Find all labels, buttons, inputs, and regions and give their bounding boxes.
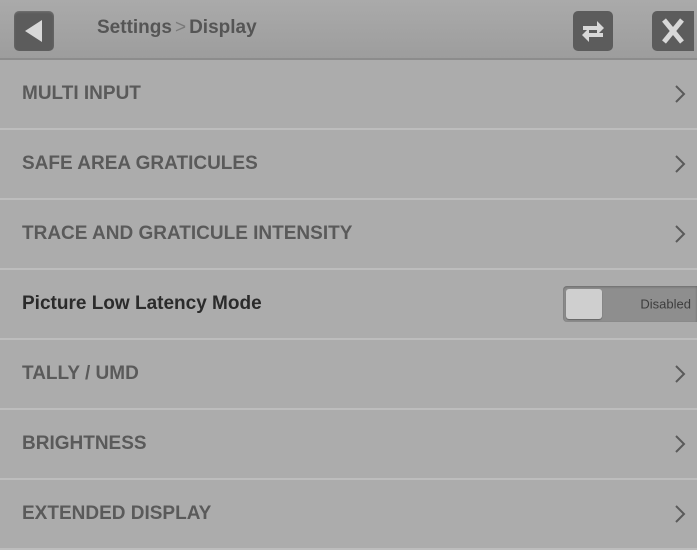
menu-item-label: BRIGHTNESS (22, 433, 147, 454)
menu-item-label: Picture Low Latency Mode (22, 293, 262, 314)
chevron-right-icon (675, 85, 686, 103)
menu-item-trace-graticule-intensity[interactable]: TRACE AND GRATICULE INTENSITY (0, 200, 697, 270)
close-x-icon (662, 18, 684, 44)
menu-item-label: TRACE AND GRATICULE INTENSITY (22, 223, 353, 244)
close-button[interactable] (652, 11, 694, 51)
menu-item-multi-input[interactable]: MULTI INPUT (0, 60, 697, 130)
back-button[interactable] (14, 11, 54, 51)
menu-item-label: TALLY / UMD (22, 363, 139, 384)
breadcrumb-separator: > (174, 17, 187, 38)
chevron-right-icon (675, 225, 686, 243)
display-settings-screen: Settings > Display MULTI INPUT SAFE AREA G… (0, 0, 697, 550)
menu-item-extended-display[interactable]: EXTENDED DISPLAY (0, 480, 697, 550)
swap-button[interactable] (573, 11, 613, 51)
menu-item-tally-umd[interactable]: TALLY / UMD (0, 340, 697, 410)
toggle-state-label: Disabled (640, 296, 691, 312)
menu-item-safe-area-graticules[interactable]: SAFE AREA GRATICULES (0, 130, 697, 200)
chevron-right-icon (675, 155, 686, 173)
header-bar: Settings > Display (0, 0, 697, 60)
menu-item-picture-low-latency: Picture Low Latency Mode Disabled (0, 270, 697, 340)
menu-item-label: SAFE AREA GRATICULES (22, 153, 258, 174)
breadcrumb-current: Display (189, 17, 257, 38)
settings-menu-list: MULTI INPUT SAFE AREA GRATICULES TRACE A… (0, 60, 697, 550)
breadcrumb-parent[interactable]: Settings (97, 17, 172, 38)
breadcrumb: Settings > Display (97, 17, 257, 39)
chevron-right-icon (675, 435, 686, 453)
chevron-right-icon (675, 365, 686, 383)
menu-item-brightness[interactable]: BRIGHTNESS (0, 410, 697, 480)
swap-arrows-icon (582, 21, 604, 42)
low-latency-toggle[interactable]: Disabled (563, 286, 697, 322)
back-arrow-icon (25, 20, 42, 42)
chevron-right-icon (675, 505, 686, 523)
menu-item-label: MULTI INPUT (22, 83, 141, 104)
menu-item-label: EXTENDED DISPLAY (22, 503, 212, 524)
toggle-knob[interactable] (566, 289, 602, 319)
